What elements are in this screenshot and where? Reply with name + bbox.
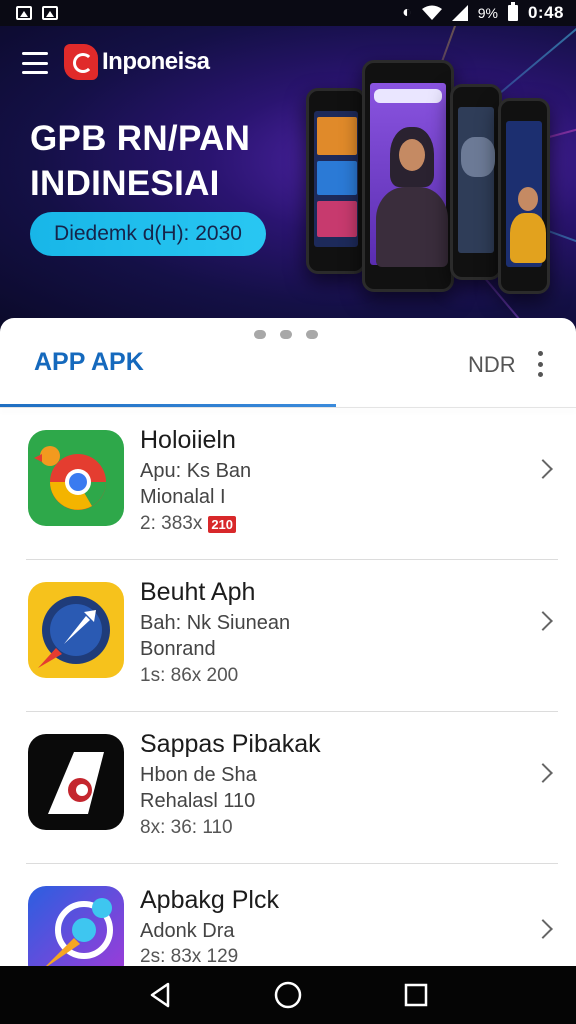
app-subtitle: Apu: Ks Ban	[140, 460, 252, 482]
hamburger-menu-icon[interactable]	[22, 52, 48, 74]
status-bar-left	[16, 6, 58, 20]
app-meta: 2s: 83x 129	[140, 946, 238, 966]
app-title: Beuht Aph	[140, 578, 256, 606]
brand-logo-icon	[64, 44, 98, 80]
app-subtitle: Hbon de Sha	[140, 764, 257, 786]
app-screen: ◐ 9% 0:48 Inponeisa GPB RN/PAN INDINESIA…	[0, 0, 576, 1024]
app-subtitle: Bah: Nk Siunean	[140, 612, 291, 634]
app-subtitle-2: Bonrand	[140, 638, 216, 660]
system-nav-bar	[0, 966, 576, 1024]
list-item[interactable]: Sappas Pibakak Hbon de Sha Rehalasl 110 …	[0, 712, 576, 864]
list-item[interactable]: Apbakg Plck Adonk Dra 2s: 83x 129	[0, 864, 576, 966]
phone-mockup-right-1	[450, 84, 502, 280]
battery-icon	[507, 2, 518, 21]
app-list-sheet: APP APK NDR Holoiieln Apu: Ks Ban Mional…	[0, 318, 576, 966]
clock: 0:48	[527, 3, 564, 22]
app-subtitle-2: Mionalal I	[140, 486, 226, 508]
phone-mockup-right-2	[498, 98, 550, 294]
chevron-right-icon[interactable]	[533, 459, 553, 479]
app-list: Holoiieln Apu: Ks Ban Mionalal I 2: 383x…	[0, 408, 576, 966]
app-meta-text: 1s: 86x 200	[140, 665, 239, 686]
brand[interactable]: Inponeisa	[64, 44, 210, 80]
app-meta: 8x: 36: 110	[140, 817, 233, 839]
app-meta: 2: 383x 210	[140, 513, 237, 535]
image-icon	[16, 6, 32, 20]
brand-name: Inponeisa	[102, 48, 210, 75]
recent-apps-icon[interactable]	[396, 975, 436, 1015]
app-title: Holoiieln	[140, 426, 236, 454]
chrome-bird-icon	[28, 430, 124, 526]
signal-icon	[451, 5, 468, 21]
target-arrow-icon	[28, 886, 124, 966]
back-icon[interactable]	[140, 975, 180, 1015]
app-meta-text: 2: 383x	[140, 513, 203, 534]
banner-headline: GPB RN/PAN INDINESIAI	[30, 116, 250, 206]
gallery-icon	[42, 6, 58, 20]
app-meta-text: 8x: 36: 110	[140, 817, 233, 838]
list-item[interactable]: Holoiieln Apu: Ks Ban Mionalal I 2: 383x…	[0, 408, 576, 560]
more-options-icon[interactable]	[532, 351, 548, 377]
app-title: Apbakg Plck	[140, 886, 279, 914]
list-item[interactable]: Beuht Aph Bah: Nk Siunean Bonrand 1s: 86…	[0, 560, 576, 712]
wifi-icon	[421, 5, 442, 20]
app-meta: 1s: 86x 200	[140, 665, 238, 687]
data-saver-icon: ◐	[402, 4, 412, 21]
phone-mockup-center	[362, 60, 454, 292]
tab-app-apk[interactable]: APP APK	[34, 348, 144, 377]
letter-a-icon	[28, 734, 124, 830]
app-subtitle-2: Rehalasl 110	[140, 790, 256, 812]
app-meta-text: 2s: 83x 129	[140, 946, 239, 966]
compass-arrow-icon	[28, 582, 124, 678]
app-subtitle: Adonk Dra	[140, 920, 235, 942]
status-bar-right: ◐ 9% 0:48	[402, 2, 564, 23]
battery-percent: 9%	[477, 5, 498, 21]
app-title: Sappas Pibakak	[140, 730, 321, 758]
phone-mockup-left	[306, 88, 366, 274]
chevron-right-icon[interactable]	[533, 919, 553, 939]
tab-ndr[interactable]: NDR	[468, 352, 516, 378]
chevron-right-icon[interactable]	[533, 763, 553, 783]
status-badge: 210	[208, 515, 237, 533]
headline-line-2: INDINESIAI	[30, 164, 220, 203]
headline-line-1: GPB RN/PAN	[30, 119, 251, 158]
banner-cta-pill[interactable]: Diedemk d(H): 2030	[30, 212, 266, 256]
chevron-right-icon[interactable]	[533, 611, 553, 631]
hero-banner[interactable]: Inponeisa GPB RN/PAN INDINESIAI Diedemk …	[0, 26, 576, 326]
status-bar: ◐ 9% 0:48	[0, 0, 576, 26]
tab-bar: APP APK NDR	[0, 318, 576, 408]
home-icon[interactable]	[268, 975, 308, 1015]
